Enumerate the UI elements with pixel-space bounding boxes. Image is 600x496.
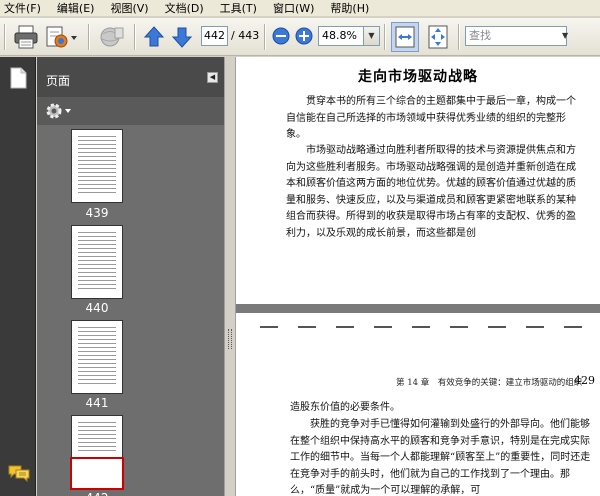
thumbnail-441[interactable] xyxy=(71,320,123,394)
options-button[interactable] xyxy=(45,102,73,123)
menu-tools[interactable]: 工具(T) xyxy=(220,0,257,16)
globe-icon xyxy=(100,27,124,47)
navigation-strip xyxy=(0,57,36,496)
export-document-icon xyxy=(46,26,77,48)
thumbnail-label: 441 xyxy=(85,396,109,410)
printer-icon xyxy=(14,25,38,49)
triangle-left-icon: ◀ xyxy=(209,73,216,81)
pages-panel-title: 页面 xyxy=(46,74,71,88)
menu-document[interactable]: 文档(D) xyxy=(165,0,204,16)
splitter-grip[interactable] xyxy=(228,329,232,349)
pages-panel-header: 页面 ◀ xyxy=(37,57,224,97)
page-number: 429 xyxy=(574,374,595,387)
print-button[interactable] xyxy=(13,25,39,52)
panel-splitter[interactable] xyxy=(224,57,236,496)
toolbar: 442 / 443 48.8% ▼ 查找 ▼ xyxy=(0,18,600,56)
fit-page-icon xyxy=(428,25,448,49)
search-dropdown-icon[interactable]: ▼ xyxy=(562,27,571,45)
thumbnail-439[interactable] xyxy=(71,129,123,203)
next-page-button[interactable] xyxy=(171,25,193,52)
menu-edit[interactable]: 编辑(E) xyxy=(57,0,95,16)
gear-icon xyxy=(46,103,71,119)
comments-button[interactable] xyxy=(8,464,30,485)
zoom-out-button[interactable] xyxy=(272,27,290,48)
menu-file[interactable]: 文件(F) xyxy=(4,0,41,16)
fit-page-button[interactable] xyxy=(426,23,450,54)
thumbnail-label: 440 xyxy=(85,301,109,315)
page-icon xyxy=(10,67,27,89)
paragraph: 市场驱动战略通过向胜利者所取得的技术与资源提供焦点和方向为这些胜利者服务。市场驱… xyxy=(286,145,576,239)
document-page-441: 走向市场驱动战略 贯穿本书的所有三个综合的主题都集中于最后一章，构成一个自信能在… xyxy=(236,57,600,304)
arrow-down-icon xyxy=(171,27,193,48)
chevron-down-icon: ▼ xyxy=(368,31,375,40)
speech-bubbles-icon xyxy=(8,465,30,483)
paragraph: 贯穿本书的所有三个综合的主题都集中于最后一章，构成一个自信能在自己所选择的市场领… xyxy=(286,96,576,140)
zoom-level-input[interactable]: 48.8% xyxy=(318,26,364,46)
paragraph: 造股东价值的必要条件。 xyxy=(290,402,400,413)
minus-circle-icon xyxy=(272,27,290,45)
zoom-in-button[interactable] xyxy=(295,27,313,48)
collaborate-button[interactable] xyxy=(97,25,127,52)
visible-area-indicator[interactable] xyxy=(70,457,124,490)
thumbnail-442[interactable] xyxy=(70,415,124,490)
thumbnail-label: 439 xyxy=(85,206,109,220)
pages-panel-options-bar xyxy=(37,97,224,125)
running-head: 第 14 章 有效竞争的关键：建立市场驱动的组织 xyxy=(396,378,583,388)
pages-panel-button[interactable] xyxy=(9,67,27,92)
header-rule xyxy=(260,326,278,328)
toolbar-grip xyxy=(4,24,6,50)
menu-help[interactable]: 帮助(H) xyxy=(330,0,369,16)
plus-circle-icon xyxy=(295,27,313,45)
document-view[interactable]: 走向市场驱动战略 贯穿本书的所有三个综合的主题都集中于最后一章，构成一个自信能在… xyxy=(236,57,600,496)
page-thumbnails[interactable]: 439 440 441 442 xyxy=(37,125,224,496)
export-button[interactable] xyxy=(45,25,79,52)
menu-bar: 文件(F) 编辑(E) 视图(V) 文档(D) 工具(T) 窗口(W) 帮助(H… xyxy=(0,0,600,17)
previous-page-button[interactable] xyxy=(143,25,165,52)
fit-width-icon xyxy=(395,26,415,48)
fit-width-button[interactable] xyxy=(391,22,419,52)
menu-window[interactable]: 窗口(W) xyxy=(273,0,314,16)
current-page-input[interactable]: 442 xyxy=(201,26,228,46)
search-input[interactable]: 查找 xyxy=(465,26,567,46)
thumbnail-label: 442 xyxy=(71,491,123,496)
arrow-up-icon xyxy=(143,26,165,47)
menu-view[interactable]: 视图(V) xyxy=(110,0,148,16)
thumbnail-440[interactable] xyxy=(71,225,123,299)
page-heading: 走向市场驱动战略 xyxy=(358,69,478,85)
paragraph: 获胜的竞争对手已懂得如何灌输到处盛行的外部导向。他们能够在整个组织中保持高水平的… xyxy=(290,419,591,496)
document-page-442: 第 14 章 有效竞争的关键：建立市场驱动的组织 429 造股东价值的必要条件。… xyxy=(236,313,600,496)
zoom-dropdown-button[interactable]: ▼ xyxy=(364,26,380,46)
total-pages-label: / 443 xyxy=(231,29,260,42)
panel-collapse-button[interactable]: ◀ xyxy=(207,72,218,83)
